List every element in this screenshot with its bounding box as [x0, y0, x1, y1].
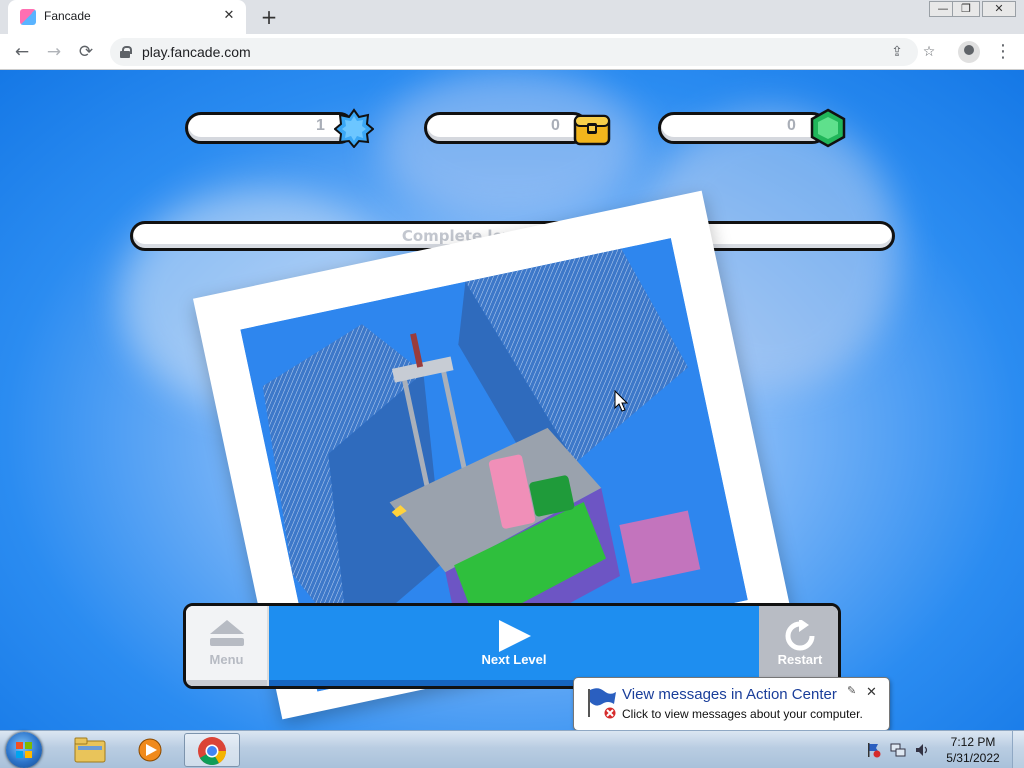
fancade-favicon-icon — [20, 9, 36, 25]
reload-button[interactable]: ⟳ — [74, 40, 98, 64]
profile-avatar-icon[interactable] — [958, 41, 980, 63]
folder-icon — [74, 737, 106, 763]
action-center-notification[interactable]: View messages in Action Center Click to … — [573, 677, 890, 740]
back-button[interactable]: ← — [10, 40, 34, 64]
windows-logo-icon — [16, 742, 32, 758]
menu-button[interactable]: Menu — [186, 606, 269, 686]
url-text[interactable]: play.fancade.com — [142, 44, 251, 60]
next-level-button[interactable]: Next Level — [269, 606, 759, 686]
stars-count: 1 — [316, 117, 325, 134]
address-toolbar: ← → ⟳ play.fancade.com ⇪ ☆ ⋮ — [0, 34, 1024, 70]
menu-label: Menu — [209, 652, 244, 667]
play-icon — [499, 620, 531, 652]
restart-icon — [785, 620, 815, 651]
gems-count: 0 — [787, 117, 796, 134]
notification-close-button[interactable]: ✕ — [866, 684, 877, 700]
restart-button[interactable]: Restart — [759, 606, 838, 686]
clock-date: 5/31/2022 — [946, 751, 1000, 765]
restart-label: Restart — [777, 652, 823, 667]
start-button[interactable] — [6, 732, 42, 768]
taskbar-file-explorer[interactable] — [62, 733, 118, 767]
network-icon — [890, 743, 906, 757]
share-icon[interactable]: ⇪ — [888, 43, 906, 61]
taskbar-media-player[interactable] — [122, 733, 178, 767]
star-icon — [334, 108, 374, 148]
browser-tab[interactable]: Fancade ✕ — [8, 0, 246, 34]
window-close-button[interactable]: ✕ — [982, 1, 1016, 17]
taskbar-chrome[interactable] — [184, 733, 240, 767]
action-center-flag-icon — [588, 688, 617, 720]
eject-menu-icon — [210, 620, 244, 646]
next-level-label: Next Level — [481, 652, 547, 667]
system-clock[interactable]: 7:12 PM 5/31/2022 — [940, 734, 1006, 766]
chrome-icon — [198, 737, 226, 765]
mouse-cursor-icon — [614, 390, 628, 412]
address-bar[interactable]: play.fancade.com ⇪ ☆ — [110, 38, 935, 66]
chests-counter: 0 — [424, 112, 589, 144]
browser-menu-icon[interactable]: ⋮ — [994, 40, 1012, 64]
notification-title[interactable]: View messages in Action Center — [622, 686, 837, 703]
game-canvas[interactable]: 1 0 0 Complete level to earn 1★ — [0, 70, 1024, 730]
chests-count: 0 — [551, 117, 560, 134]
button-shadow — [186, 680, 267, 686]
notification-text: Click to view messages about your comput… — [622, 707, 863, 721]
action-center-tray-icon[interactable] — [866, 742, 882, 758]
tab-close-icon[interactable]: ✕ — [220, 7, 238, 25]
bookmark-star-icon[interactable]: ☆ — [920, 43, 938, 61]
speaker-icon — [916, 744, 928, 756]
forward-button[interactable]: → — [42, 40, 66, 64]
tab-strip: Fancade ✕ + — ❐ ✕ — [0, 0, 1024, 34]
clock-time: 7:12 PM — [950, 735, 996, 749]
stars-counter: 1 — [185, 112, 355, 144]
new-tab-button[interactable]: + — [258, 6, 280, 28]
window-restore-button[interactable]: ❐ — [952, 1, 980, 17]
lock-icon[interactable] — [120, 46, 132, 58]
volume-tray-icon[interactable] — [914, 742, 930, 758]
flag-error-icon — [868, 743, 881, 758]
network-tray-icon[interactable] — [890, 742, 906, 758]
gems-counter: 0 — [658, 112, 828, 144]
taskbar: 7:12 PM 5/31/2022 — [0, 730, 1024, 768]
media-player-icon — [138, 738, 162, 762]
notification-options-icon[interactable]: ✎ — [847, 684, 856, 697]
chest-icon — [573, 114, 611, 146]
tab-title: Fancade — [44, 9, 91, 23]
gem-icon — [810, 108, 846, 148]
show-desktop-button[interactable] — [1012, 731, 1024, 768]
